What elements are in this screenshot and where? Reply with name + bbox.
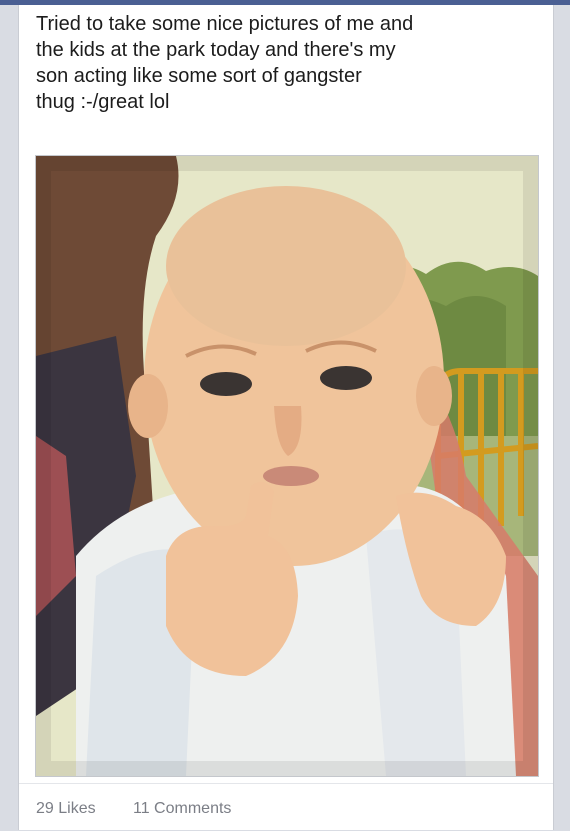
post-card: Tried to take some nice pictures of me a…: [18, 5, 554, 830]
post-text: Tried to take some nice pictures of me a…: [36, 13, 414, 113]
comments-link[interactable]: 11 Comments: [133, 800, 231, 818]
likes-link[interactable]: 29 Likes: [36, 800, 96, 818]
post-photo[interactable]: [35, 155, 539, 777]
photo-illustration: [36, 156, 538, 776]
post-footer: 29 Likes 11 Comments: [19, 783, 553, 831]
